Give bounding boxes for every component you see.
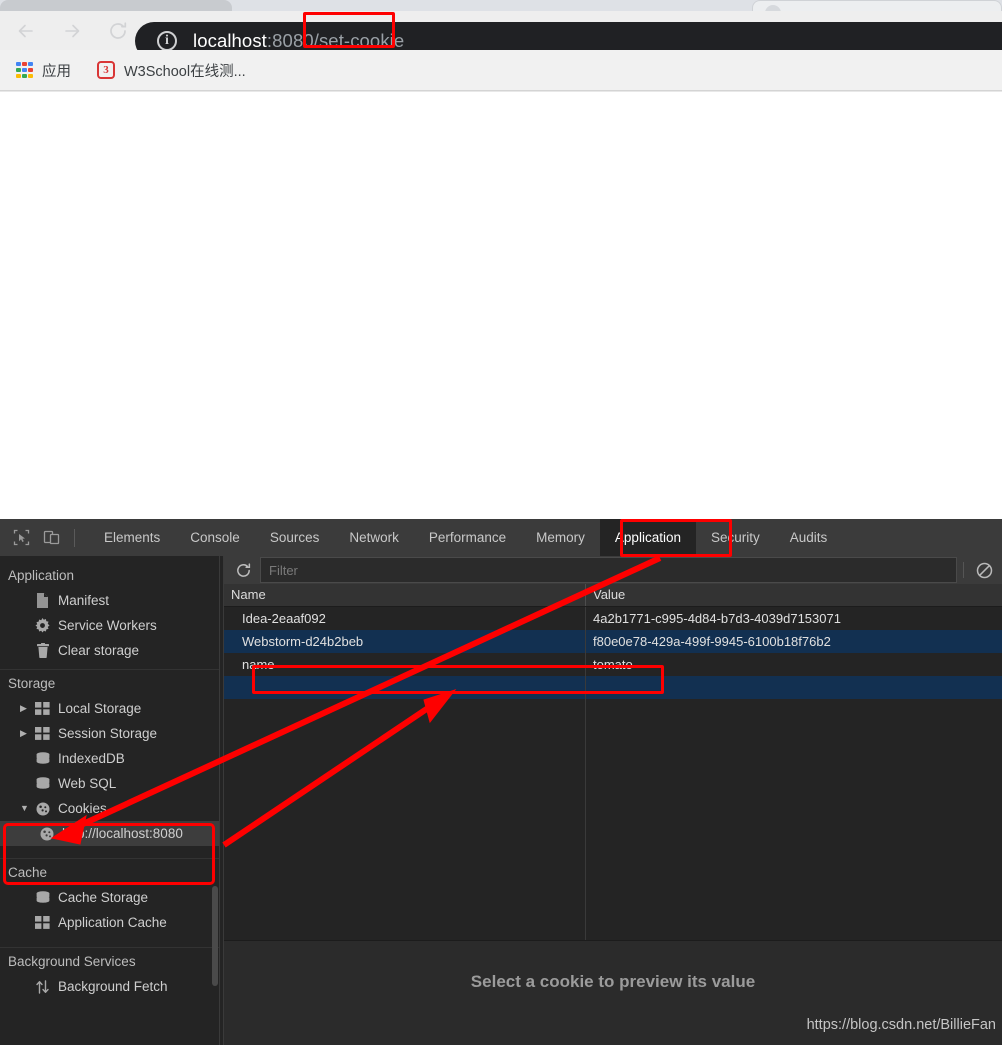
annotation-arrows — [50, 555, 662, 848]
arrow-head-2 — [423, 689, 457, 724]
arrow-head-1 — [50, 814, 87, 845]
arrow-application-tab-to-cookies-origin — [68, 555, 662, 833]
arrow-cookies-origin-to-name-row — [222, 697, 442, 848]
